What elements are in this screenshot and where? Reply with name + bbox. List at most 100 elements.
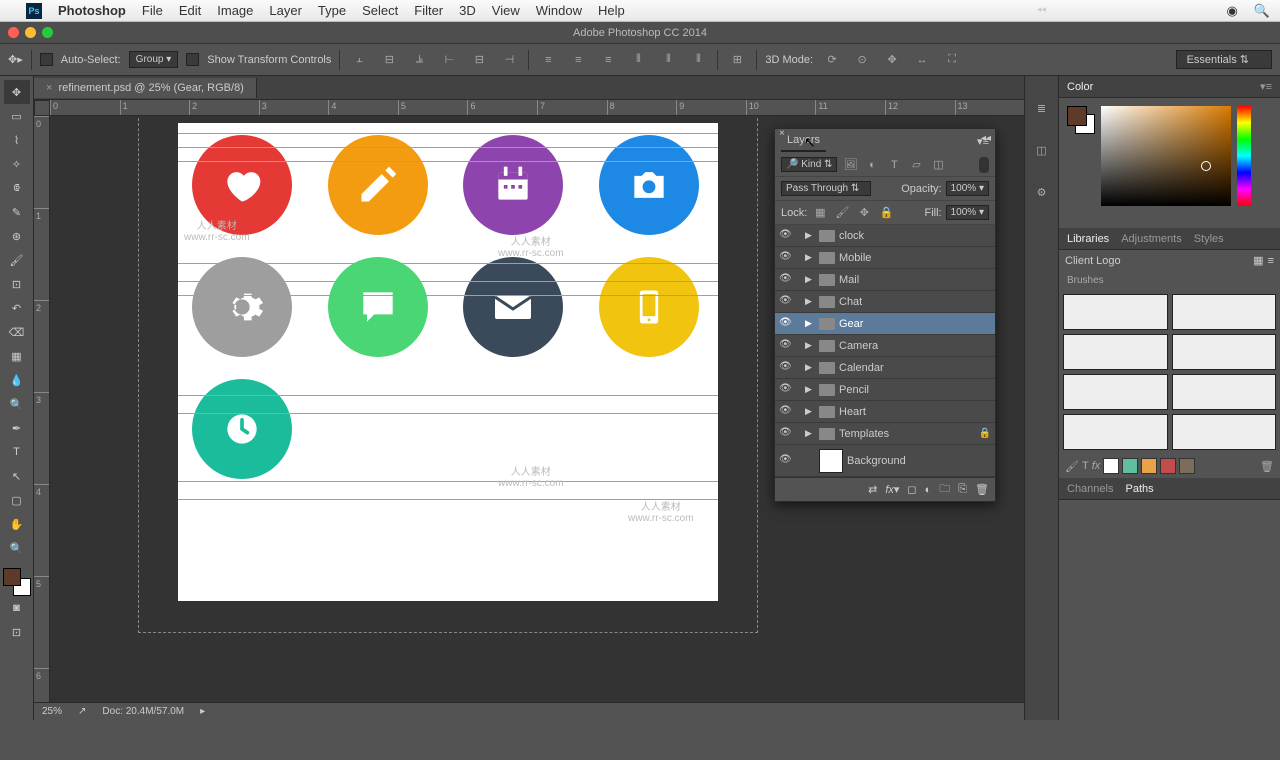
show-transform-checkbox[interactable] [186, 53, 199, 66]
pen-tool[interactable]: ✒ [4, 416, 30, 440]
dodge-tool[interactable]: 🔍 [4, 392, 30, 416]
visibility-icon[interactable]: 👁 [779, 405, 793, 419]
guide[interactable] [178, 133, 718, 134]
move-tool[interactable]: ✥ [4, 80, 30, 104]
3d-pan-icon[interactable]: ✥ [881, 49, 903, 71]
align-bottom-icon[interactable]: ⫡ [408, 49, 430, 71]
menu-filter[interactable]: Filter [414, 3, 443, 18]
hue-slider[interactable] [1237, 106, 1251, 206]
guide[interactable] [178, 147, 718, 148]
lock-all-icon[interactable]: 🔒 [877, 204, 895, 222]
type-tool[interactable]: T [4, 440, 30, 464]
swatch-item[interactable] [1122, 458, 1138, 474]
doc-tab[interactable]: ×refinement.psd @ 25% (Gear, RGB/8) [34, 78, 257, 98]
guide[interactable] [178, 295, 718, 296]
3d-orbit-icon[interactable]: ⟳ [821, 49, 843, 71]
menu-type[interactable]: Type [318, 3, 346, 18]
guide[interactable] [178, 263, 718, 264]
brush-thumbnail[interactable] [1172, 374, 1277, 410]
menu-3d[interactable]: 3D [459, 3, 476, 18]
list-view-icon[interactable]: ≡ [1268, 255, 1274, 267]
align-left-icon[interactable]: ⊢ [438, 49, 460, 71]
3d-slide-icon[interactable]: ↔ [911, 49, 933, 71]
paths-tab[interactable]: Paths [1125, 483, 1153, 495]
3d-roll-icon[interactable]: ⊙ [851, 49, 873, 71]
zoom-level[interactable]: 25% [42, 706, 62, 717]
expand-icon[interactable]: ▶ [805, 318, 815, 329]
expand-icon[interactable]: ▶ [805, 428, 815, 439]
doc-info[interactable]: Doc: 20.4M/57.0M [102, 706, 184, 717]
auto-select-checkbox[interactable] [40, 53, 53, 66]
zoom-tool[interactable]: 🔍 [4, 536, 30, 560]
swatch-item[interactable] [1179, 458, 1195, 474]
properties-panel-icon[interactable]: ◫ [1030, 138, 1054, 162]
layer-row[interactable]: 👁 ▶ clock [775, 225, 995, 247]
align-right-icon[interactable]: ⊣ [498, 49, 520, 71]
hand-tool[interactable]: ✋ [4, 512, 30, 536]
opacity-input[interactable]: 100% ▾ [946, 181, 989, 196]
close-tab-icon[interactable]: × [46, 82, 52, 94]
guide[interactable] [178, 161, 718, 162]
visibility-icon[interactable]: 👁 [779, 383, 793, 397]
layer-row[interactable]: 👁 ▶ Pencil [775, 379, 995, 401]
adjustment-layer-icon[interactable]: ◐ [925, 484, 932, 496]
color-swatch[interactable] [1067, 106, 1095, 134]
magic-wand-tool[interactable]: ✧ [4, 152, 30, 176]
expand-icon[interactable]: ▶ [805, 230, 815, 241]
dist-left-icon[interactable]: ⦀ [627, 49, 649, 71]
filter-toggle-icon[interactable] [979, 157, 989, 173]
swatch-item[interactable] [1160, 458, 1176, 474]
dist-bottom-icon[interactable]: ≡ [597, 49, 619, 71]
menu-window[interactable]: Window [536, 3, 582, 18]
align-hcenter-icon[interactable]: ⊟ [468, 49, 490, 71]
filter-type-icon[interactable]: T [885, 156, 903, 174]
guide[interactable] [178, 413, 718, 414]
color-field[interactable] [1101, 106, 1231, 206]
clone-stamp-tool[interactable]: ⊡ [4, 272, 30, 296]
lock-transparency-icon[interactable]: ▦ [811, 204, 829, 222]
brush-thumbnail[interactable] [1172, 414, 1277, 450]
guide[interactable] [178, 499, 718, 500]
link-layers-icon[interactable]: ⇄ [868, 483, 877, 496]
visibility-icon[interactable]: 👁 [779, 427, 793, 441]
menu-edit[interactable]: Edit [179, 3, 201, 18]
eraser-tool[interactable]: ⌫ [4, 320, 30, 344]
visibility-icon[interactable]: 👁 [779, 273, 793, 287]
visibility-icon[interactable]: 👁 [779, 361, 793, 375]
expand-icon[interactable]: ▶ [805, 340, 815, 351]
adjustments-tab[interactable]: Adjustments [1121, 233, 1182, 245]
quick-mask-icon[interactable]: ◙ [4, 596, 30, 620]
auto-select-dropdown[interactable]: Group ▾ [129, 51, 179, 68]
gradient-tool[interactable]: ▦ [4, 344, 30, 368]
guide[interactable] [178, 395, 718, 396]
foreground-background-swatch[interactable] [3, 568, 31, 596]
delete-layer-icon[interactable]: 🗑 [975, 483, 989, 496]
swatch-item[interactable] [1103, 458, 1119, 474]
grid-view-icon[interactable]: ▦ [1253, 254, 1263, 267]
menu-layer[interactable]: Layer [269, 3, 302, 18]
blend-mode-dropdown[interactable]: Pass Through ⇅ [781, 181, 871, 196]
visibility-icon[interactable]: 👁 [779, 317, 793, 331]
align-vcenter-icon[interactable]: ⊟ [378, 49, 400, 71]
dist-top-icon[interactable]: ≡ [537, 49, 559, 71]
guide[interactable] [178, 481, 718, 482]
menu-select[interactable]: Select [362, 3, 398, 18]
expand-icon[interactable]: ▶ [805, 406, 815, 417]
brush-thumbnail[interactable] [1063, 414, 1168, 450]
brush-thumbnail[interactable] [1063, 374, 1168, 410]
panel-collapse-icon[interactable]: ◂◂ [981, 133, 991, 144]
layer-row[interactable]: 👁 ▶ Mobile [775, 247, 995, 269]
add-text-icon[interactable]: T [1082, 460, 1089, 472]
align-top-icon[interactable]: ⫠ [348, 49, 370, 71]
layer-row[interactable]: 👁 ▶ Mail [775, 269, 995, 291]
swatch-item[interactable] [1141, 458, 1157, 474]
visibility-icon[interactable]: 👁 [779, 339, 793, 353]
fill-input[interactable]: 100% ▾ [946, 205, 989, 220]
screen-mode-icon[interactable]: ⊡ [4, 620, 30, 644]
visibility-icon[interactable]: 👁 [779, 295, 793, 309]
vertical-ruler[interactable]: 012 345 6 [34, 116, 50, 702]
marquee-tool[interactable]: ▭ [4, 104, 30, 128]
dist-vcenter-icon[interactable]: ≡ [567, 49, 589, 71]
styles-tab[interactable]: Styles [1194, 233, 1224, 245]
layer-row[interactable]: 👁 ▶ Camera [775, 335, 995, 357]
